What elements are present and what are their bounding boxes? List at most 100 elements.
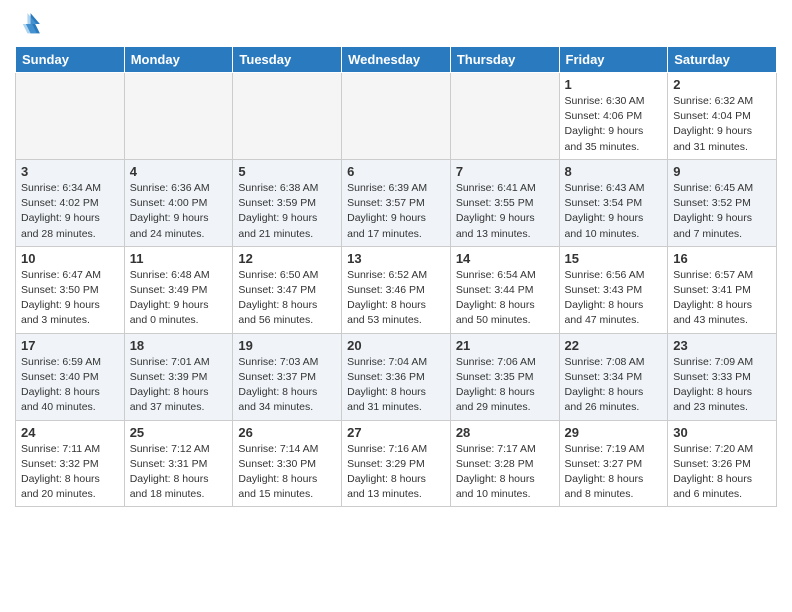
- day-number: 8: [565, 164, 663, 179]
- day-info: Sunrise: 6:56 AM Sunset: 3:43 PM Dayligh…: [565, 268, 663, 329]
- day-number: 25: [130, 425, 228, 440]
- page-container: SundayMondayTuesdayWednesdayThursdayFrid…: [0, 0, 792, 517]
- day-number: 16: [673, 251, 771, 266]
- calendar-day: 7 Sunrise: 6:41 AM Sunset: 3:55 PM Daylig…: [450, 159, 559, 246]
- calendar-day: [16, 73, 125, 160]
- day-number: 14: [456, 251, 554, 266]
- day-number: 12: [238, 251, 336, 266]
- calendar-day: 11 Sunrise: 6:48 AM Sunset: 3:49 PM Dayli…: [124, 246, 233, 333]
- day-number: 24: [21, 425, 119, 440]
- logo: [15, 10, 45, 38]
- day-info: Sunrise: 7:01 AM Sunset: 3:39 PM Dayligh…: [130, 355, 228, 416]
- day-info: Sunrise: 6:57 AM Sunset: 3:41 PM Dayligh…: [673, 268, 771, 329]
- day-number: 3: [21, 164, 119, 179]
- day-number: 15: [565, 251, 663, 266]
- calendar-day: 19 Sunrise: 7:03 AM Sunset: 3:37 PM Dayli…: [233, 333, 342, 420]
- day-info: Sunrise: 6:52 AM Sunset: 3:46 PM Dayligh…: [347, 268, 445, 329]
- calendar-day: [450, 73, 559, 160]
- day-number: 17: [21, 338, 119, 353]
- logo-icon: [15, 10, 43, 38]
- calendar-day: 3 Sunrise: 6:34 AM Sunset: 4:02 PM Daylig…: [16, 159, 125, 246]
- day-info: Sunrise: 7:20 AM Sunset: 3:26 PM Dayligh…: [673, 442, 771, 503]
- calendar-week: 1 Sunrise: 6:30 AM Sunset: 4:06 PM Daylig…: [16, 73, 777, 160]
- calendar-day: 27 Sunrise: 7:16 AM Sunset: 3:29 PM Dayli…: [342, 420, 451, 507]
- calendar-day: 20Sunrise: 7:04 AM Sunset: 3:36 PM Dayli…: [342, 333, 451, 420]
- day-header: Thursday: [450, 47, 559, 73]
- calendar-day: 26 Sunrise: 7:14 AM Sunset: 3:30 PM Dayli…: [233, 420, 342, 507]
- calendar-day: 28 Sunrise: 7:17 AM Sunset: 3:28 PM Dayli…: [450, 420, 559, 507]
- day-number: 26: [238, 425, 336, 440]
- day-info: Sunrise: 6:38 AM Sunset: 3:59 PM Dayligh…: [238, 181, 336, 242]
- day-number: 21: [456, 338, 554, 353]
- calendar-day: 13 Sunrise: 6:52 AM Sunset: 3:46 PM Dayli…: [342, 246, 451, 333]
- calendar-day: 1 Sunrise: 6:30 AM Sunset: 4:06 PM Daylig…: [559, 73, 668, 160]
- day-info: Sunrise: 6:48 AM Sunset: 3:49 PM Dayligh…: [130, 268, 228, 329]
- calendar-day: 16 Sunrise: 6:57 AM Sunset: 3:41 PM Dayli…: [668, 246, 777, 333]
- day-info: Sunrise: 7:19 AM Sunset: 3:27 PM Dayligh…: [565, 442, 663, 503]
- day-info: Sunrise: 6:43 AM Sunset: 3:54 PM Dayligh…: [565, 181, 663, 242]
- day-header: Monday: [124, 47, 233, 73]
- day-info: Sunrise: 6:36 AM Sunset: 4:00 PM Dayligh…: [130, 181, 228, 242]
- day-number: 11: [130, 251, 228, 266]
- calendar-day: 14 Sunrise: 6:54 AM Sunset: 3:44 PM Dayli…: [450, 246, 559, 333]
- day-info: Sunrise: 7:14 AM Sunset: 3:30 PM Dayligh…: [238, 442, 336, 503]
- day-info: Sunrise: 7:17 AM Sunset: 3:28 PM Dayligh…: [456, 442, 554, 503]
- calendar-day: 9 Sunrise: 6:45 AM Sunset: 3:52 PM Daylig…: [668, 159, 777, 246]
- calendar-day: 25 Sunrise: 7:12 AM Sunset: 3:31 PM Dayli…: [124, 420, 233, 507]
- calendar-day: [342, 73, 451, 160]
- calendar-week: 17Sunrise: 6:59 AM Sunset: 3:40 PM Dayli…: [16, 333, 777, 420]
- day-info: Sunrise: 7:09 AM Sunset: 3:33 PM Dayligh…: [673, 355, 771, 416]
- day-number: 13: [347, 251, 445, 266]
- calendar-day: [124, 73, 233, 160]
- calendar-week: 24 Sunrise: 7:11 AM Sunset: 3:32 PM Dayli…: [16, 420, 777, 507]
- calendar-day: 10 Sunrise: 6:47 AM Sunset: 3:50 PM Dayli…: [16, 246, 125, 333]
- day-info: Sunrise: 7:06 AM Sunset: 3:35 PM Dayligh…: [456, 355, 554, 416]
- calendar-day: 23 Sunrise: 7:09 AM Sunset: 3:33 PM Dayli…: [668, 333, 777, 420]
- day-number: 5: [238, 164, 336, 179]
- calendar-day: 18Sunrise: 7:01 AM Sunset: 3:39 PM Dayli…: [124, 333, 233, 420]
- day-info: Sunrise: 6:54 AM Sunset: 3:44 PM Dayligh…: [456, 268, 554, 329]
- calendar-day: 17Sunrise: 6:59 AM Sunset: 3:40 PM Dayli…: [16, 333, 125, 420]
- day-info: Sunrise: 7:11 AM Sunset: 3:32 PM Dayligh…: [21, 442, 119, 503]
- day-number: 23: [673, 338, 771, 353]
- day-info: Sunrise: 7:16 AM Sunset: 3:29 PM Dayligh…: [347, 442, 445, 503]
- day-number: 9: [673, 164, 771, 179]
- calendar-day: 21 Sunrise: 7:06 AM Sunset: 3:35 PM Dayli…: [450, 333, 559, 420]
- header-row: SundayMondayTuesdayWednesdayThursdayFrid…: [16, 47, 777, 73]
- day-number: 19: [238, 338, 336, 353]
- day-info: Sunrise: 6:34 AM Sunset: 4:02 PM Dayligh…: [21, 181, 119, 242]
- day-number: 10: [21, 251, 119, 266]
- calendar-week: 3 Sunrise: 6:34 AM Sunset: 4:02 PM Daylig…: [16, 159, 777, 246]
- day-number: 22: [565, 338, 663, 353]
- day-number: 1: [565, 77, 663, 92]
- calendar-day: 30Sunrise: 7:20 AM Sunset: 3:26 PM Dayli…: [668, 420, 777, 507]
- day-header: Saturday: [668, 47, 777, 73]
- day-info: Sunrise: 6:47 AM Sunset: 3:50 PM Dayligh…: [21, 268, 119, 329]
- day-number: 20: [347, 338, 445, 353]
- day-info: Sunrise: 6:45 AM Sunset: 3:52 PM Dayligh…: [673, 181, 771, 242]
- day-info: Sunrise: 7:03 AM Sunset: 3:37 PM Dayligh…: [238, 355, 336, 416]
- day-info: Sunrise: 6:41 AM Sunset: 3:55 PM Dayligh…: [456, 181, 554, 242]
- calendar-day: 6Sunrise: 6:39 AM Sunset: 3:57 PM Daylig…: [342, 159, 451, 246]
- calendar-day: 2 Sunrise: 6:32 AM Sunset: 4:04 PM Daylig…: [668, 73, 777, 160]
- day-info: Sunrise: 6:30 AM Sunset: 4:06 PM Dayligh…: [565, 94, 663, 155]
- day-number: 28: [456, 425, 554, 440]
- calendar-day: 29Sunrise: 7:19 AM Sunset: 3:27 PM Dayli…: [559, 420, 668, 507]
- day-header: Tuesday: [233, 47, 342, 73]
- calendar-day: 8 Sunrise: 6:43 AM Sunset: 3:54 PM Daylig…: [559, 159, 668, 246]
- day-info: Sunrise: 6:39 AM Sunset: 3:57 PM Dayligh…: [347, 181, 445, 242]
- day-header: Sunday: [16, 47, 125, 73]
- page-header: [15, 10, 777, 38]
- day-info: Sunrise: 7:08 AM Sunset: 3:34 PM Dayligh…: [565, 355, 663, 416]
- day-info: Sunrise: 7:12 AM Sunset: 3:31 PM Dayligh…: [130, 442, 228, 503]
- calendar-day: 15 Sunrise: 6:56 AM Sunset: 3:43 PM Dayli…: [559, 246, 668, 333]
- calendar-day: 12Sunrise: 6:50 AM Sunset: 3:47 PM Dayli…: [233, 246, 342, 333]
- day-number: 27: [347, 425, 445, 440]
- day-info: Sunrise: 6:32 AM Sunset: 4:04 PM Dayligh…: [673, 94, 771, 155]
- calendar-week: 10 Sunrise: 6:47 AM Sunset: 3:50 PM Dayli…: [16, 246, 777, 333]
- calendar-table: SundayMondayTuesdayWednesdayThursdayFrid…: [15, 46, 777, 507]
- day-number: 2: [673, 77, 771, 92]
- day-number: 4: [130, 164, 228, 179]
- day-number: 7: [456, 164, 554, 179]
- calendar-day: [233, 73, 342, 160]
